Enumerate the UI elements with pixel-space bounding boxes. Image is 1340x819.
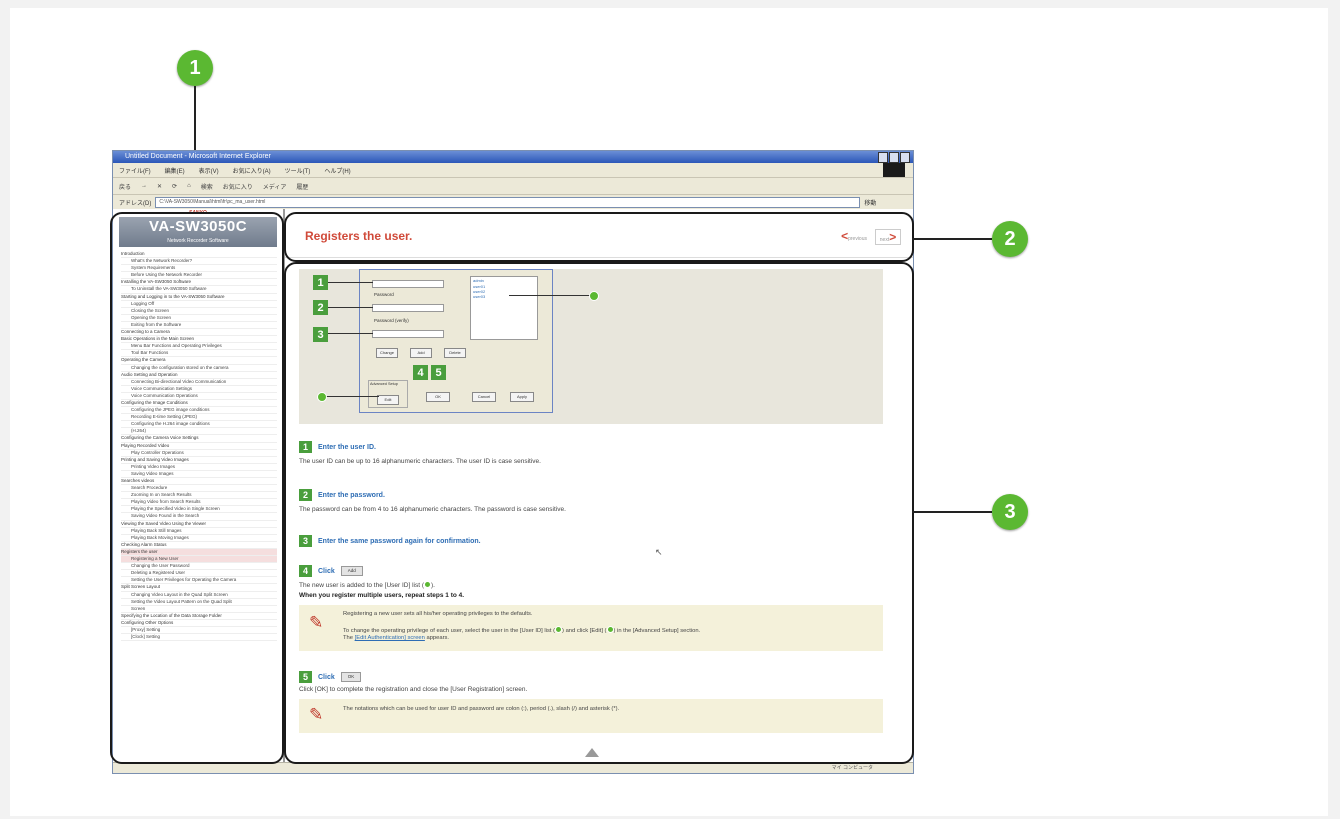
window-title: Untitled Document - Microsoft Internet E… [125, 153, 271, 160]
menu-bar: ファイル(F) 編集(E) 表示(V) お気に入り(A) ツール(T) ヘルプ(… [113, 163, 913, 178]
address-input[interactable]: C:\VA-SW3050\Manual\html\fr\pc_ma_user.h… [155, 196, 861, 208]
callout-3: 3 [992, 494, 1028, 530]
menu-help[interactable]: ヘルプ(H) [324, 166, 350, 175]
callout-2-leader [912, 238, 992, 240]
tool-bar: 戻る → ✕ ⟳ ⌂ 検索 お気に入り メディア 履歴 [113, 178, 913, 195]
menu-tools[interactable]: ツール(T) [285, 166, 311, 175]
menu-favorites[interactable]: お気に入り(A) [233, 166, 271, 175]
ie-logo [883, 163, 905, 177]
go-button[interactable]: 移動 [864, 198, 876, 207]
highlight-box-3 [284, 262, 914, 764]
address-label: アドレス(D) [119, 200, 152, 207]
search-button[interactable]: 検索 [201, 182, 213, 191]
address-bar: アドレス(D) C:\VA-SW3050\Manual\html\fr\pc_m… [113, 195, 913, 210]
stop-button[interactable]: ✕ [157, 183, 162, 190]
highlight-box-1 [110, 212, 284, 764]
title-bar: Untitled Document - Microsoft Internet E… [113, 151, 913, 163]
menu-view[interactable]: 表示(V) [199, 166, 219, 175]
zone-label: マイ コンピュータ [831, 765, 873, 771]
favorites-button[interactable]: お気に入り [223, 182, 253, 191]
maximize-button[interactable] [889, 152, 899, 163]
media-button[interactable]: メディア [263, 182, 287, 191]
home-button[interactable]: ⌂ [187, 183, 191, 189]
back-button[interactable]: 戻る [119, 182, 131, 191]
highlight-box-2 [284, 212, 914, 262]
refresh-button[interactable]: ⟳ [172, 183, 177, 190]
history-button[interactable]: 履歴 [296, 182, 308, 191]
callout-2: 2 [992, 221, 1028, 257]
menu-edit[interactable]: 編集(E) [165, 166, 185, 175]
minimize-button[interactable] [878, 152, 888, 163]
menu-file[interactable]: ファイル(F) [119, 166, 151, 175]
forward-button[interactable]: → [141, 183, 147, 189]
callout-1: 1 [177, 50, 213, 86]
close-button[interactable] [900, 152, 910, 163]
callout-3-leader [912, 511, 992, 513]
